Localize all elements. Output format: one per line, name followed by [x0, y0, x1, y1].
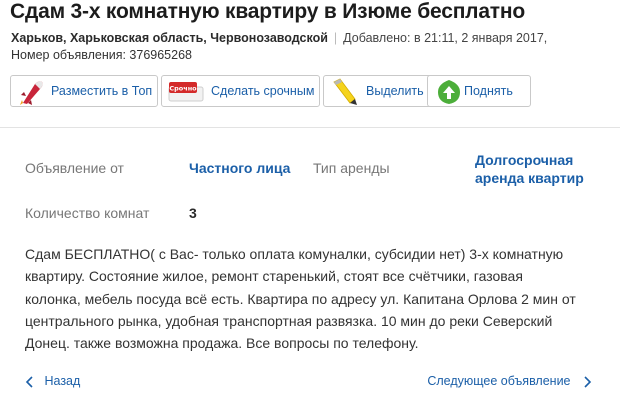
listing-added-date: Добавлено: в 21:11, 2 января 2017,	[343, 31, 548, 45]
place-in-top-label: Разместить в Топ	[51, 84, 153, 98]
chevron-right-icon	[584, 376, 592, 388]
rent-type-label: Тип аренды	[313, 160, 390, 176]
back-link-label: Назад	[44, 374, 81, 388]
description-line: Донец. также возможна продажа. Все вопро…	[25, 335, 419, 352]
rent-type-value-line1: Долгосрочная	[475, 152, 574, 168]
description-line: квартиру. Состояние жилое, ремонт старен…	[25, 268, 523, 285]
highlight-label: Выделить	[366, 84, 424, 98]
offer-from-label: Объявление от	[25, 160, 124, 176]
raise-button[interactable]: Поднять	[427, 75, 531, 107]
rent-type-value-line2: аренда квартир	[475, 170, 584, 186]
listing-title: Сдам 3-х комнатную квартиру в Изюме бесп…	[10, 0, 525, 23]
make-urgent-label: Сделать срочным	[211, 84, 315, 98]
urgent-badge-text: Срочно	[169, 85, 197, 93]
raise-label: Поднять	[464, 84, 513, 98]
offer-from-value[interactable]: Частного лица	[189, 160, 290, 176]
raise-up-icon	[438, 80, 460, 104]
rooms-count-value: 3	[189, 205, 197, 221]
marker-icon	[333, 78, 357, 105]
listing-meta: Харьков, Харьковская область, Червонозав…	[11, 30, 547, 64]
listing-location: Харьков, Харьковская область, Червонозав…	[11, 31, 328, 45]
rooms-count-label: Количество комнат	[25, 205, 150, 221]
chevron-left-icon	[25, 376, 33, 388]
urgent-label-icon: Срочно	[168, 82, 204, 102]
make-urgent-button[interactable]: Срочно Сделать срочным	[161, 75, 320, 107]
meta-separator: |	[333, 31, 338, 45]
section-divider	[0, 127, 620, 128]
next-listing-link[interactable]: Следующее объявление	[427, 374, 592, 389]
description-line: центрального рынка, удобная транспортная…	[25, 312, 553, 329]
place-in-top-button[interactable]: Разместить в Топ	[10, 75, 158, 107]
listing-ad-number: Номер объявления: 376965268	[11, 48, 192, 62]
rent-type-value[interactable]: Долгосрочная аренда квартир	[475, 151, 584, 187]
description-line: Сдам БЕСПЛАТНО( с Вас- только оплата ком…	[25, 246, 564, 262]
next-listing-label: Следующее объявление	[427, 374, 571, 388]
listing-description: Сдам БЕСПЛАТНО( с Вас- только оплата ком…	[25, 243, 595, 354]
description-line: колонка, мебель посуда всё есть. Квартир…	[25, 290, 576, 307]
back-link[interactable]: Назад	[25, 374, 80, 389]
highlight-button[interactable]: Выделить	[323, 75, 433, 107]
rocket-icon	[20, 81, 43, 105]
